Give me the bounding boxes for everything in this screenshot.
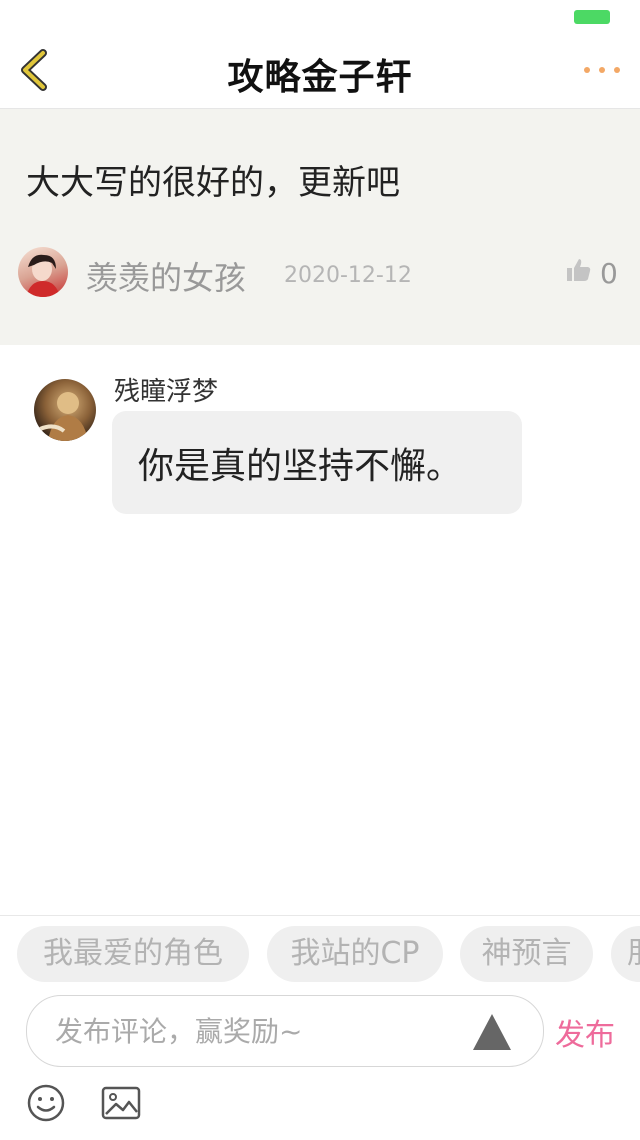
input-placeholder: 发布评论，赢奖励~ <box>55 1015 303 1048</box>
reply-text: 你是真的坚持不懈。 <box>138 446 463 487</box>
more-button[interactable] <box>584 58 620 82</box>
quick-tag[interactable]: 我最爱的角色 <box>17 926 249 982</box>
reply-bubble: 你是真的坚持不懈。 <box>112 411 522 514</box>
emoji-icon[interactable] <box>26 1083 66 1123</box>
reply-item: 残瞳浮梦 你是真的坚持不懈。 <box>0 345 640 545</box>
page-title: 攻略金子轩 <box>227 57 413 98</box>
battery-icon <box>574 10 610 24</box>
avatar[interactable] <box>18 247 68 297</box>
quick-tag[interactable]: 神预言 <box>460 926 593 982</box>
original-comment-text: 大大写的很好的，更新吧 <box>26 163 400 203</box>
send-button[interactable]: 发布 <box>555 1010 615 1054</box>
quick-tag[interactable]: 我站的CP <box>267 926 443 982</box>
comment-input[interactable]: 发布评论，赢奖励~ <box>26 995 544 1067</box>
comment-date: 2020-12-12 <box>284 263 412 288</box>
quick-tag[interactable]: 朋 <box>611 926 640 982</box>
like-count: 0 <box>600 257 618 290</box>
nav-bar: 攻略金子轩 <box>0 28 640 109</box>
avatar[interactable] <box>34 379 96 441</box>
original-comment: 大大写的很好的，更新吧 羡羡的女孩 2020-12-12 0 <box>0 109 640 345</box>
triangle-icon[interactable] <box>473 1014 511 1050</box>
ellipsis-icon <box>584 67 590 73</box>
quick-tags: 我最爱的角色 我站的CP 神预言 朋 <box>0 926 640 982</box>
thumbs-up-icon[interactable] <box>566 257 592 283</box>
image-icon[interactable] <box>100 1083 142 1123</box>
reply-author[interactable]: 残瞳浮梦 <box>114 371 218 408</box>
comment-composer: 我最爱的角色 我站的CP 神预言 朋 发布评论，赢奖励~ 发布 <box>0 915 640 1140</box>
status-bar <box>0 0 640 28</box>
comment-author[interactable]: 羡羡的女孩 <box>86 253 246 299</box>
